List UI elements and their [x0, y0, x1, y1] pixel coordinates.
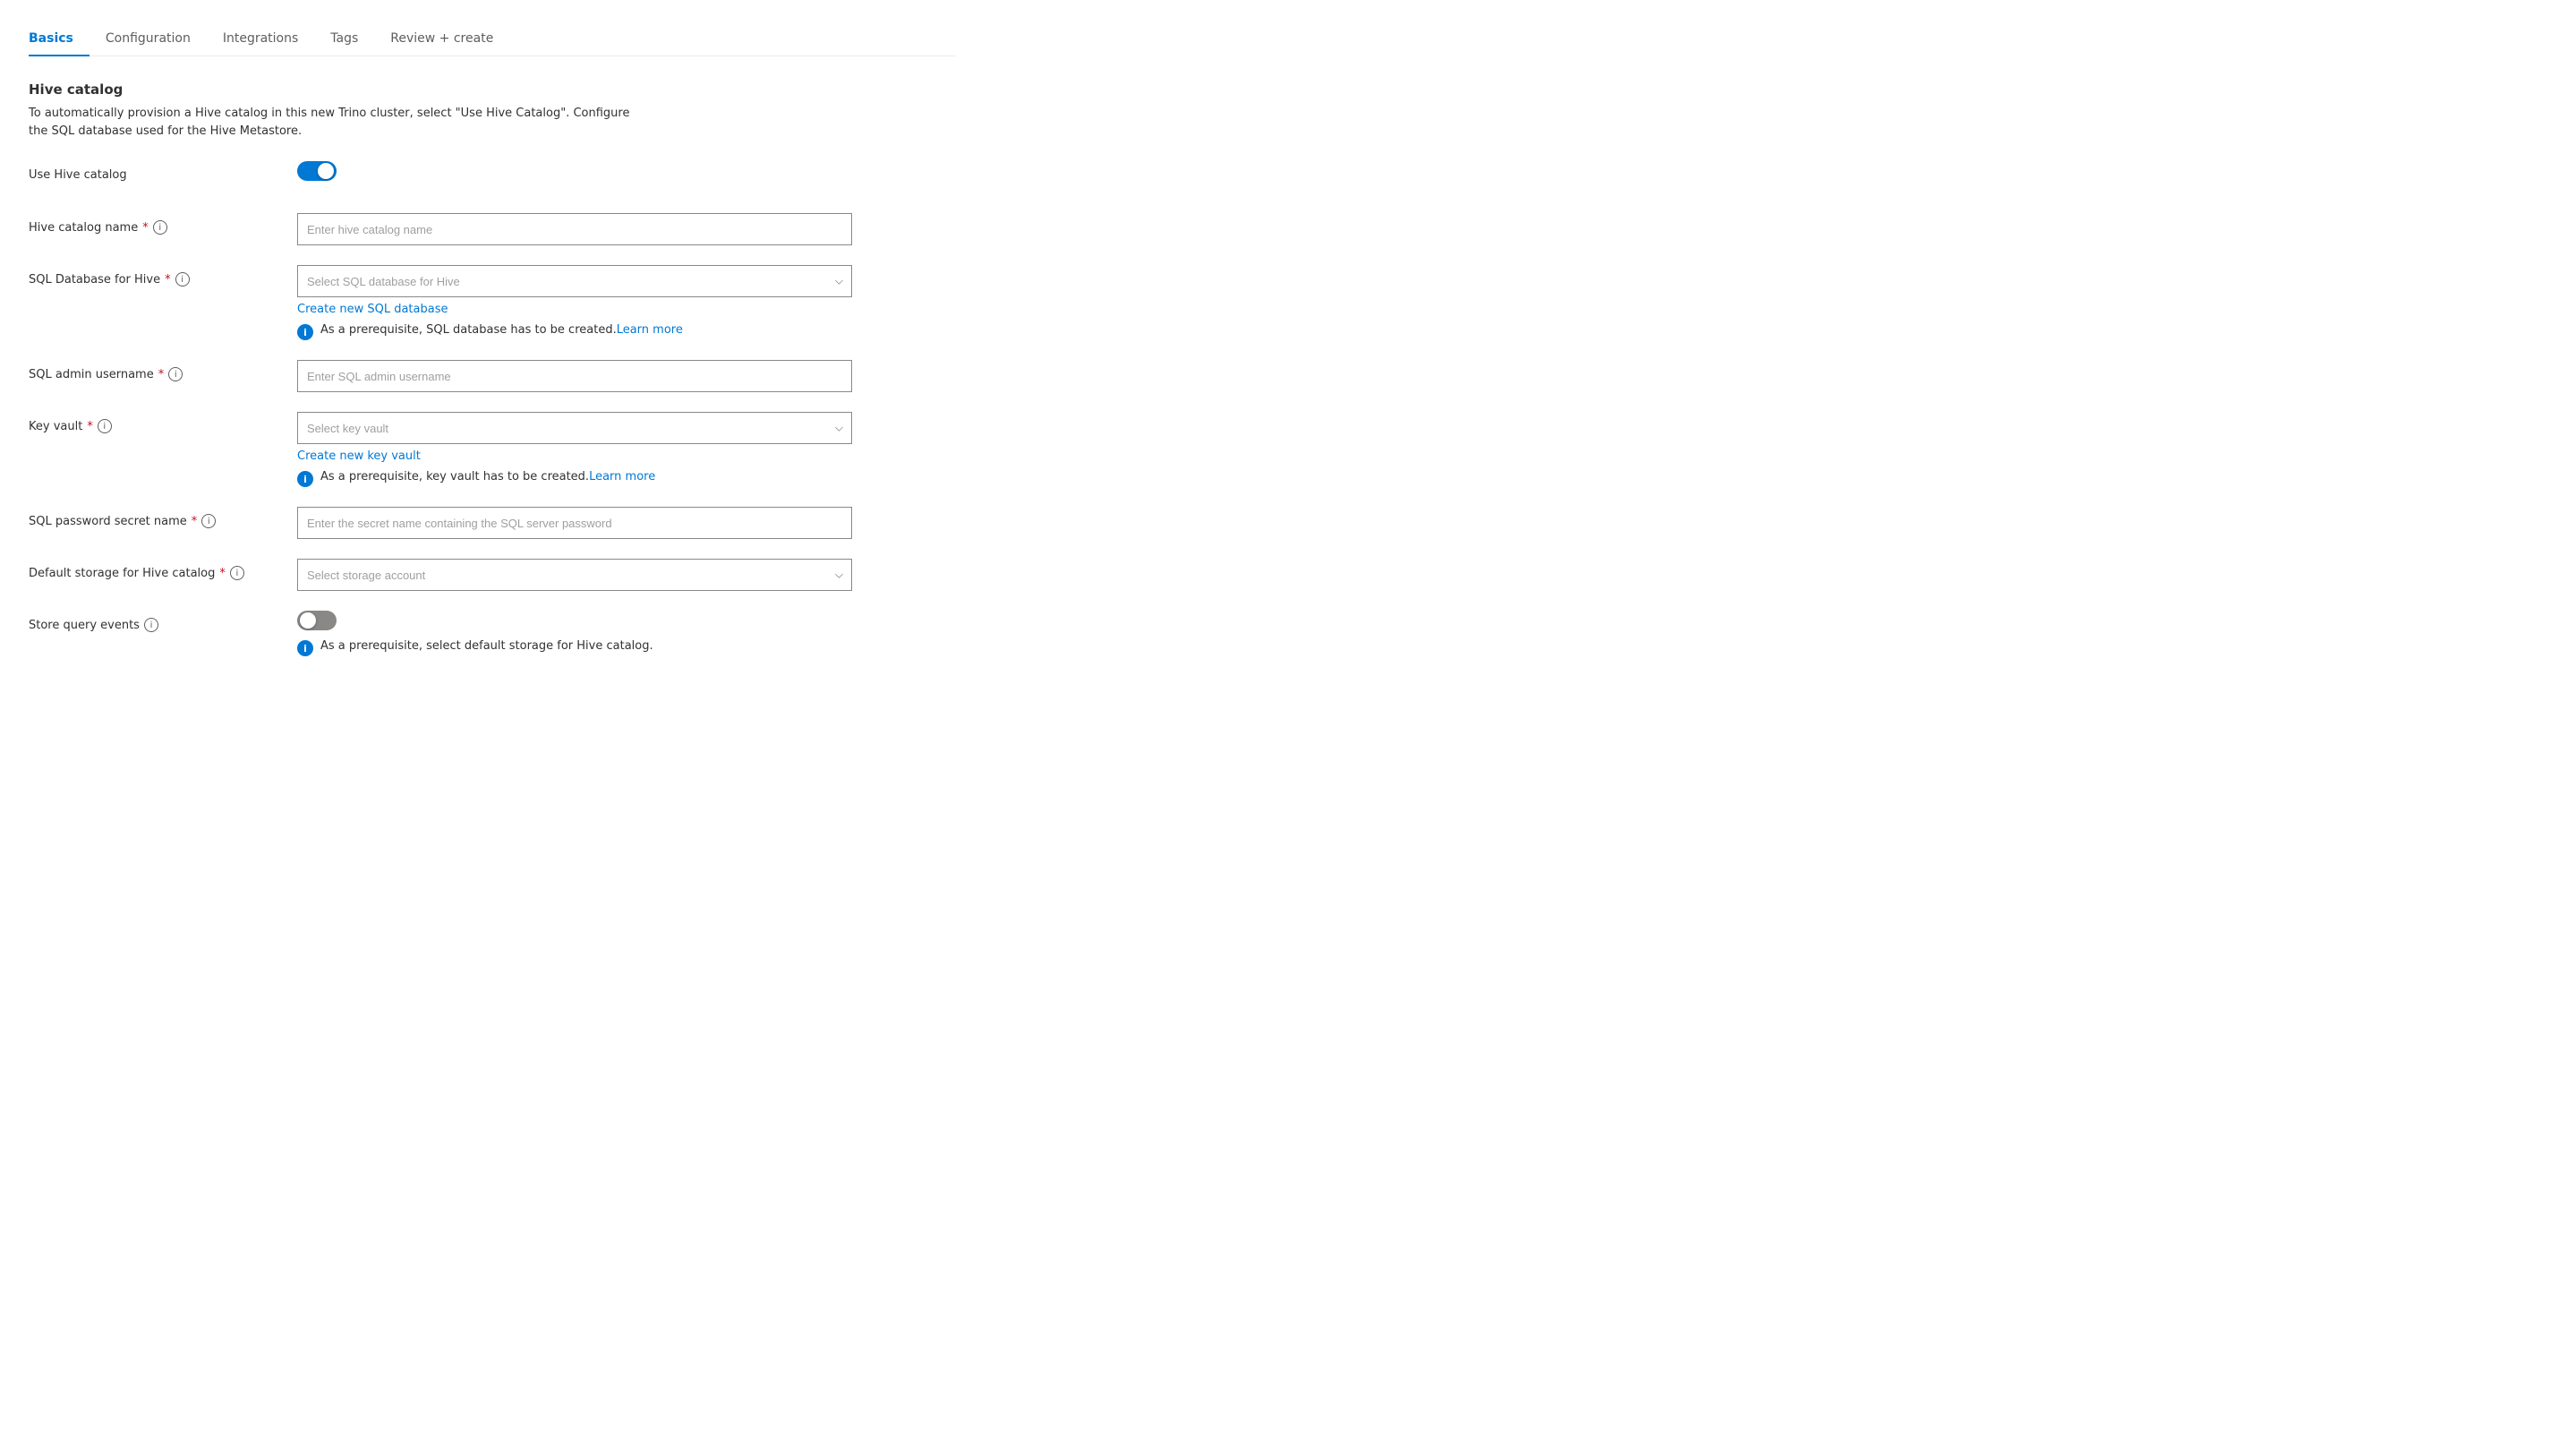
store-query-events-info-text: As a prerequisite, select default storag…: [320, 639, 653, 653]
sql-password-secret-input[interactable]: [297, 507, 852, 539]
sql-database-select[interactable]: Select SQL database for Hive: [297, 265, 852, 297]
hive-catalog-name-control: [297, 213, 852, 245]
use-hive-catalog-toggle-wrap: [297, 161, 852, 181]
sql-database-learn-more[interactable]: Learn more: [617, 323, 683, 337]
sql-database-info-banner: i As a prerequisite, SQL database has to…: [297, 323, 852, 340]
create-sql-database-link[interactable]: Create new SQL database: [297, 303, 448, 316]
sql-database-dropdown-wrap: Select SQL database for Hive ⌵: [297, 265, 852, 297]
section-title: Hive catalog: [29, 81, 956, 98]
tab-basics[interactable]: Basics: [29, 22, 90, 56]
default-storage-required: *: [219, 567, 226, 580]
sql-database-info-text: As a prerequisite, SQL database has to b…: [320, 323, 683, 337]
sql-admin-username-label: SQL admin username * i: [29, 360, 297, 381]
hive-catalog-name-label: Hive catalog name * i: [29, 213, 297, 235]
use-hive-catalog-thumb: [318, 163, 334, 179]
tab-configuration[interactable]: Configuration: [106, 22, 207, 56]
section-description: To automatically provision a Hive catalo…: [29, 105, 637, 140]
key-vault-dropdown-wrap: Select key vault ⌵: [297, 412, 852, 444]
tab-review-create[interactable]: Review + create: [390, 22, 509, 56]
tab-tags[interactable]: Tags: [330, 22, 374, 56]
sql-admin-username-row: SQL admin username * i: [29, 360, 956, 392]
sql-admin-username-input[interactable]: [297, 360, 852, 392]
use-hive-catalog-toggle[interactable]: [297, 161, 337, 181]
default-storage-info-icon[interactable]: i: [230, 566, 244, 580]
sql-database-info-circle: i: [297, 324, 313, 340]
key-vault-info-circle: i: [297, 471, 313, 487]
hive-catalog-name-row: Hive catalog name * i: [29, 213, 956, 245]
tabs-nav: Basics Configuration Integrations Tags R…: [29, 21, 956, 56]
sql-database-info-icon[interactable]: i: [175, 272, 190, 287]
store-query-events-info-icon[interactable]: i: [144, 618, 158, 632]
use-hive-catalog-label: Use Hive catalog: [29, 161, 297, 182]
store-query-events-row: Store query events i i As a prerequisite…: [29, 611, 956, 656]
sql-password-secret-row: SQL password secret name * i: [29, 507, 956, 539]
sql-admin-username-control: [297, 360, 852, 392]
hive-catalog-name-required: *: [142, 221, 149, 235]
key-vault-control: Select key vault ⌵ Create new key vault …: [297, 412, 852, 487]
store-query-events-label: Store query events i: [29, 611, 297, 632]
default-storage-label: Default storage for Hive catalog * i: [29, 559, 297, 580]
default-storage-select[interactable]: Select storage account: [297, 559, 852, 591]
store-query-events-control: i As a prerequisite, select default stor…: [297, 611, 852, 656]
key-vault-required: *: [87, 420, 93, 433]
main-container: Basics Configuration Integrations Tags R…: [0, 0, 985, 697]
sql-database-row: SQL Database for Hive * i Select SQL dat…: [29, 265, 956, 340]
sql-admin-username-required: *: [158, 368, 165, 381]
use-hive-catalog-row: Use Hive catalog: [29, 161, 956, 193]
sql-database-required: *: [165, 273, 171, 287]
store-query-events-toggle[interactable]: [297, 611, 337, 630]
sql-password-secret-label: SQL password secret name * i: [29, 507, 297, 528]
tab-integrations[interactable]: Integrations: [223, 22, 314, 56]
key-vault-info-banner: i As a prerequisite, key vault has to be…: [297, 470, 852, 487]
default-storage-control: Select storage account ⌵: [297, 559, 852, 591]
store-query-events-info-banner: i As a prerequisite, select default stor…: [297, 639, 852, 656]
key-vault-learn-more[interactable]: Learn more: [589, 470, 655, 483]
store-query-events-toggle-wrap: [297, 611, 852, 630]
hive-catalog-name-input[interactable]: [297, 213, 852, 245]
key-vault-select[interactable]: Select key vault: [297, 412, 852, 444]
hive-catalog-name-info-icon[interactable]: i: [153, 220, 167, 235]
sql-password-secret-control: [297, 507, 852, 539]
key-vault-row: Key vault * i Select key vault ⌵ Create …: [29, 412, 956, 487]
store-query-events-info-circle: i: [297, 640, 313, 656]
key-vault-info-text: As a prerequisite, key vault has to be c…: [320, 470, 655, 483]
store-query-events-thumb: [300, 612, 316, 629]
use-hive-catalog-control: [297, 161, 852, 181]
sql-admin-username-info-icon[interactable]: i: [168, 367, 183, 381]
sql-database-control: Select SQL database for Hive ⌵ Create ne…: [297, 265, 852, 340]
default-storage-dropdown-wrap: Select storage account ⌵: [297, 559, 852, 591]
sql-database-label: SQL Database for Hive * i: [29, 265, 297, 287]
create-key-vault-link[interactable]: Create new key vault: [297, 449, 421, 463]
default-storage-row: Default storage for Hive catalog * i Sel…: [29, 559, 956, 591]
key-vault-label: Key vault * i: [29, 412, 297, 433]
sql-password-secret-info-icon[interactable]: i: [201, 514, 216, 528]
sql-password-secret-required: *: [192, 515, 198, 528]
key-vault-info-icon[interactable]: i: [98, 419, 112, 433]
